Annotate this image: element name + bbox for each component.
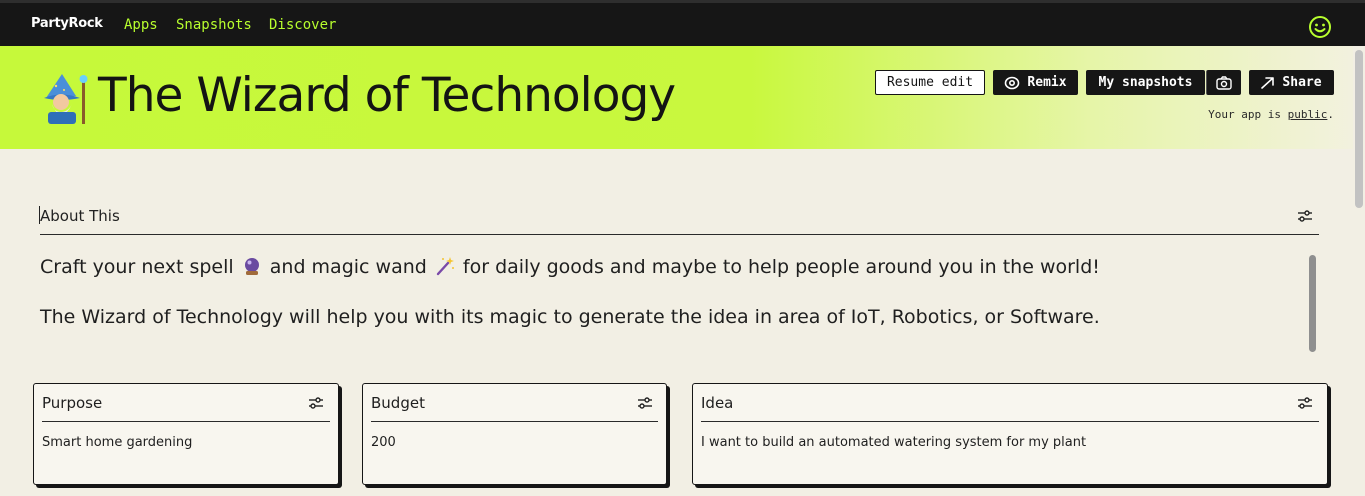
- remix-icon: [1005, 76, 1020, 89]
- purpose-input[interactable]: Smart home gardening: [42, 435, 192, 450]
- resume-edit-label: Resume edit: [886, 75, 974, 90]
- visibility-prefix: Your app is: [1208, 108, 1288, 121]
- about-line-2: The Wizard of Technology will help you w…: [40, 306, 1100, 328]
- my-snapshots-button[interactable]: My snapshots: [1086, 70, 1205, 95]
- idea-card: Idea I want to build an automated wateri…: [692, 383, 1328, 485]
- purpose-settings-icon[interactable]: [307, 394, 325, 412]
- purpose-card-title: Purpose: [42, 394, 103, 412]
- card-divider: [371, 421, 658, 422]
- idea-settings-icon[interactable]: [1296, 394, 1314, 412]
- remix-label: Remix: [1027, 75, 1067, 90]
- about-line-1-part-1: Craft your next spell: [40, 256, 234, 278]
- remix-button[interactable]: Remix: [993, 70, 1078, 95]
- card-divider: [42, 421, 330, 422]
- visibility-status: Your app is public.: [1208, 108, 1334, 121]
- about-scrollbar[interactable]: [1309, 255, 1316, 352]
- magic-wand-icon: [436, 257, 454, 276]
- partyrock-logo[interactable]: PartyRock: [31, 16, 103, 31]
- settings-sliders-icon[interactable]: [1296, 207, 1314, 225]
- resume-edit-button[interactable]: Resume edit: [875, 70, 985, 95]
- camera-snapshot-button[interactable]: [1206, 70, 1241, 95]
- about-section-header: About This: [39, 206, 1319, 235]
- arrow-share-icon: [1261, 76, 1275, 89]
- nav-apps[interactable]: Apps: [124, 17, 158, 33]
- visibility-suffix: .: [1327, 108, 1334, 121]
- about-line-1-part-3: for daily goods and maybe to help people…: [462, 256, 1100, 278]
- smiley-face-icon[interactable]: [1308, 15, 1332, 39]
- nav-discover[interactable]: Discover: [269, 17, 336, 33]
- about-line-1-part-2: and magic wand: [269, 256, 427, 278]
- about-title: About This: [40, 207, 120, 225]
- purpose-card: Purpose Smart home gardening: [33, 383, 339, 485]
- app-title: The Wizard of Technology: [98, 68, 676, 123]
- app-header-banner: The Wizard of Technology Resume edit Rem…: [0, 46, 1365, 149]
- crystal-ball-icon: [244, 258, 259, 275]
- budget-card: Budget 200: [362, 383, 667, 485]
- top-nav-bar: PartyRock Apps Snapshots Discover: [0, 0, 1365, 46]
- budget-card-title: Budget: [371, 394, 425, 412]
- budget-settings-icon[interactable]: [636, 394, 654, 412]
- my-snapshots-label: My snapshots: [1098, 75, 1193, 90]
- nav-snapshots[interactable]: Snapshots: [176, 17, 252, 33]
- about-description: Craft your next spell and magic wand for…: [40, 254, 1290, 354]
- about-line-1: Craft your next spell and magic wand for…: [40, 254, 1290, 280]
- visibility-public-link[interactable]: public: [1288, 108, 1328, 121]
- wizard-emoji-icon: [44, 74, 88, 124]
- card-divider: [701, 421, 1319, 422]
- share-button[interactable]: Share: [1249, 70, 1334, 95]
- page-scrollbar-thumb[interactable]: [1355, 50, 1363, 208]
- share-label: Share: [1282, 75, 1322, 90]
- budget-input[interactable]: 200: [371, 435, 396, 450]
- idea-input[interactable]: I want to build an automated watering sy…: [701, 435, 1086, 450]
- camera-icon: [1216, 75, 1232, 90]
- idea-card-title: Idea: [701, 394, 734, 412]
